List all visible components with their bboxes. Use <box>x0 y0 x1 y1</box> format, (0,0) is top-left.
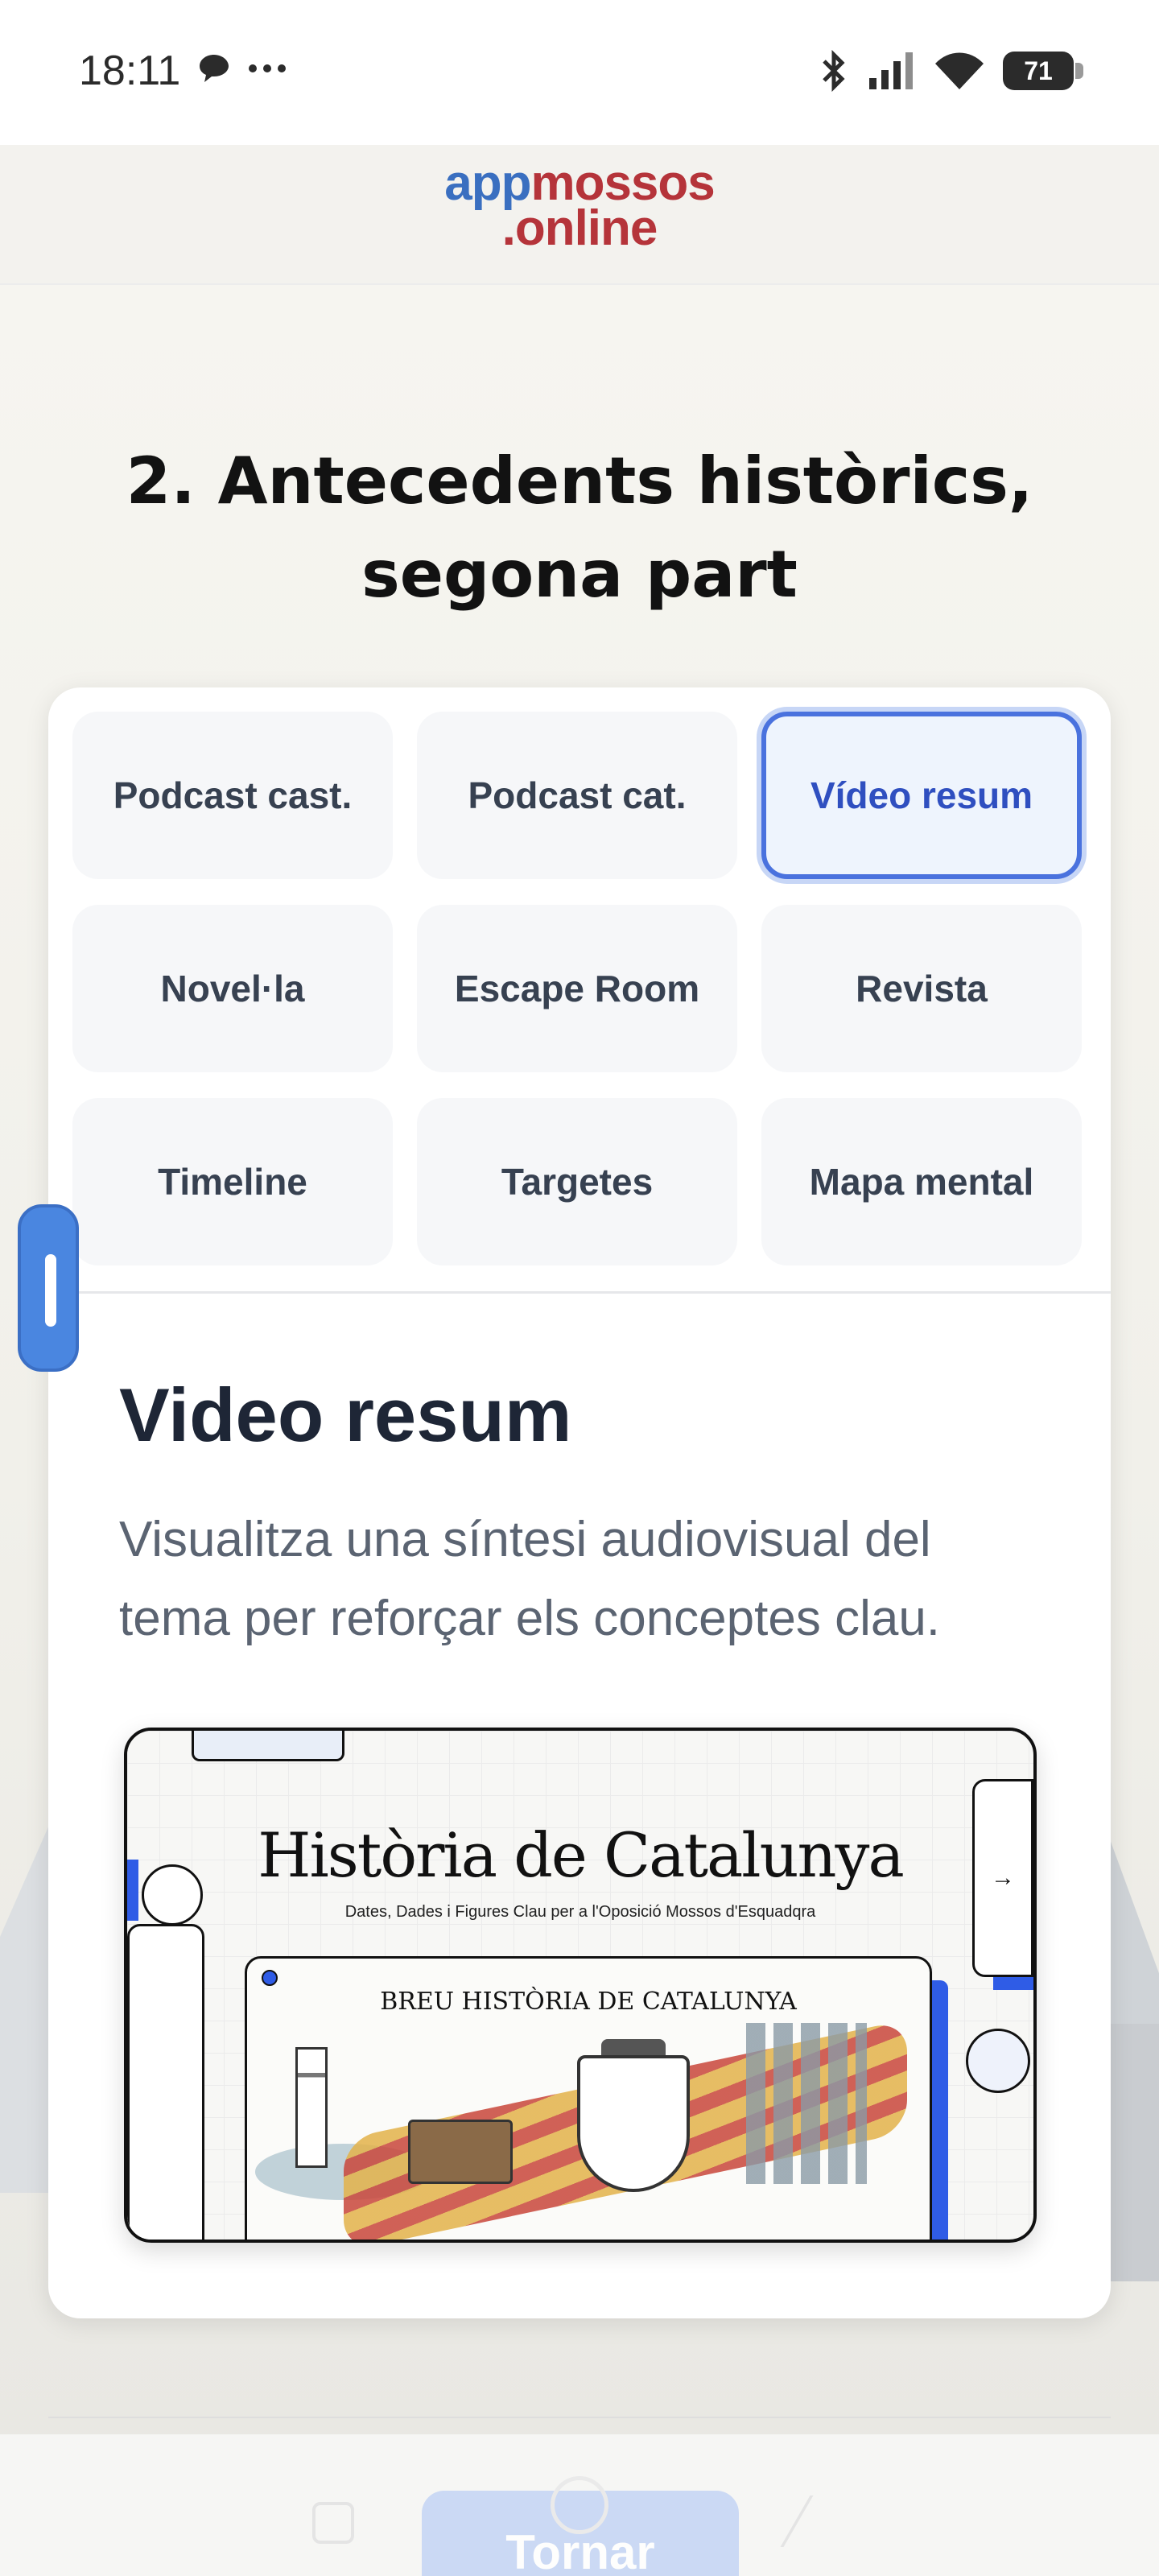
video-title: Història de Catalunya <box>258 1819 905 1891</box>
video-accent-bar <box>993 1977 1033 1990</box>
tab-podcast-cast[interactable]: Podcast cast. <box>72 712 393 879</box>
tab-video-resum[interactable]: Vídeo resum <box>761 712 1082 879</box>
content-card: Podcast cast. Podcast cat. Vídeo resum N… <box>48 687 1111 2318</box>
more-dots-icon <box>249 64 286 72</box>
video-thumbnail[interactable]: → Història de Catalunya Dates, Dades i F… <box>124 1728 1037 2243</box>
page-title: 2. Antecedents històrics, segona part <box>126 444 1033 612</box>
tab-novella[interactable]: Novel·la <box>72 905 393 1072</box>
tab-timeline[interactable]: Timeline <box>72 1098 393 1265</box>
tab-targetes[interactable]: Targetes <box>417 1098 737 1265</box>
status-bar: 18:11 71 <box>0 0 1159 145</box>
status-time: 18:11 <box>79 47 181 94</box>
home-icon[interactable] <box>551 2476 608 2534</box>
video-decor-circle <box>966 2029 1030 2093</box>
section-description: Visualitza una síntesi audiovisual del t… <box>119 1512 941 1646</box>
video-slide-panel: BREU HISTÒRIA DE CATALUNYA <box>245 1956 932 2240</box>
shield-crest-illustration <box>577 2055 690 2192</box>
video-accent-bar <box>932 1980 948 2240</box>
recent-apps-icon[interactable] <box>312 2502 354 2544</box>
bottom-divider <box>48 2417 1111 2418</box>
city-skyline-illustration <box>746 2023 867 2184</box>
books-illustration <box>408 2120 513 2184</box>
notification-icons <box>198 53 287 84</box>
video-slide-title: BREU HISTÒRIA DE CATALUNYA <box>380 1988 797 2016</box>
tab-mapa-mental[interactable]: Mapa mental <box>761 1098 1082 1265</box>
video-left-panel <box>127 1924 204 2240</box>
video-slide-dot <box>262 1970 278 1986</box>
video-top-tab <box>192 1731 344 1761</box>
tab-escape-room[interactable]: Escape Room <box>417 905 737 1072</box>
format-tabs: Podcast cast. Podcast cat. Vídeo resum N… <box>72 712 1087 1265</box>
tab-podcast-cat[interactable]: Podcast cat. <box>417 712 737 879</box>
tab-revista[interactable]: Revista <box>761 905 1082 1072</box>
section-title: Video resum <box>119 1373 572 1457</box>
lighthouse-illustration <box>295 2047 328 2168</box>
video-subtitle: Dates, Dades i Figures Clau per a l'Opos… <box>344 1903 816 1921</box>
side-drawer-handle[interactable] <box>18 1204 79 1372</box>
app-logo[interactable]: appmossos .online <box>0 159 1159 256</box>
signal-icon <box>869 52 913 89</box>
logo-part-online: .online <box>501 200 658 256</box>
chat-bubble-icon <box>200 55 229 82</box>
bluetooth-icon <box>823 50 845 92</box>
system-status: 71 <box>818 50 1083 92</box>
wifi-icon <box>935 52 984 89</box>
card-divider <box>48 1291 1111 1294</box>
battery-indicator: 71 <box>1003 52 1083 90</box>
